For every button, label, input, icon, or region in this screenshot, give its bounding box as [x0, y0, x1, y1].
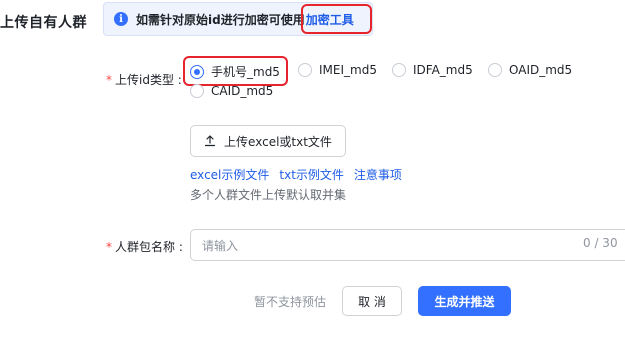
crowd-name-input[interactable]: 请输入 [190, 229, 625, 261]
section-title: 上传自有人群 [0, 15, 87, 31]
highlight-box-encryption-link [301, 4, 372, 34]
id-type-label: * 上传id类型 : [106, 71, 182, 88]
crowd-name-placeholder: 请输入 [202, 238, 239, 253]
sample-links: excel示例文件 txt示例文件 注意事项 [190, 166, 412, 183]
radio-oaid-md5[interactable]: OAID_md5 [488, 63, 572, 77]
radio-unchecked-icon [392, 63, 406, 77]
radio-label: OAID_md5 [509, 63, 573, 77]
notes-link[interactable]: 注意事项 [354, 166, 402, 183]
required-mark: * [106, 240, 112, 254]
upload-hint: 多个人群文件上传默认取并集 [190, 188, 347, 202]
crowd-name-label: * 人群包名称 : [106, 238, 183, 255]
radio-unchecked-icon [190, 84, 204, 98]
radio-caid-md5[interactable]: CAID_md5 [190, 84, 273, 98]
upload-button-label: 上传excel或txt文件 [224, 134, 332, 149]
upload-file-button[interactable]: 上传excel或txt文件 [190, 125, 346, 157]
radio-label: CAID_md5 [211, 84, 274, 98]
radio-unchecked-icon [298, 63, 312, 77]
char-counter: 0 / 30 [583, 236, 618, 250]
excel-sample-link[interactable]: excel示例文件 [190, 166, 269, 183]
crowd-name-label-text: 人群包名称 : [115, 240, 183, 254]
upload-icon [204, 135, 216, 147]
estimate-note: 暂不支持预估 [254, 295, 327, 309]
info-text: 如需针对原始id进行加密可使用 [136, 12, 305, 27]
required-mark: * [106, 73, 112, 87]
info-icon: i [114, 12, 128, 26]
id-type-label-text: 上传id类型 : [115, 73, 182, 87]
radio-label: IMEI_md5 [319, 63, 377, 77]
radio-label: IDFA_md5 [413, 63, 473, 77]
radio-idfa-md5[interactable]: IDFA_md5 [392, 63, 473, 77]
cancel-button[interactable]: 取 消 [342, 286, 402, 316]
highlight-box-phone-md5 [183, 56, 288, 86]
radio-unchecked-icon [488, 63, 502, 77]
generate-push-button[interactable]: 生成并推送 [418, 286, 511, 316]
radio-imei-md5[interactable]: IMEI_md5 [298, 63, 377, 77]
txt-sample-link[interactable]: txt示例文件 [279, 166, 344, 183]
